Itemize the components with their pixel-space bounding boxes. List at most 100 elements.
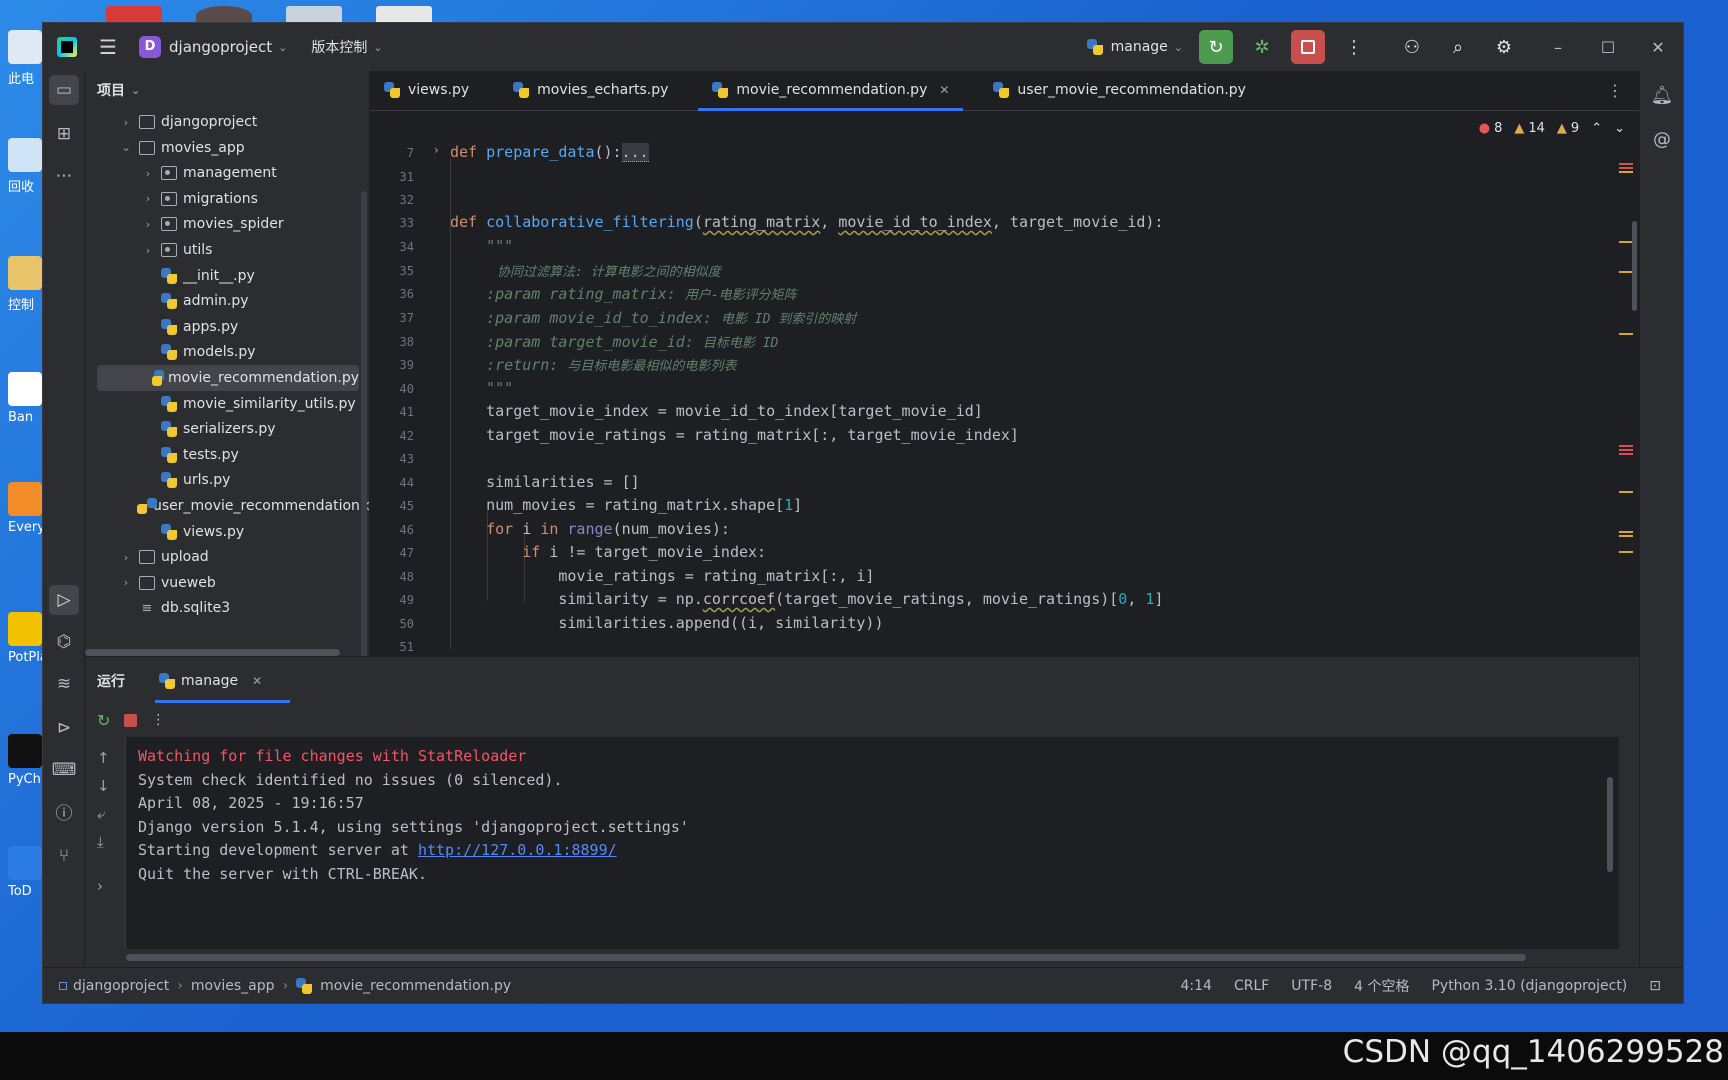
console-output[interactable]: Watching for file changes with StatReloa… bbox=[125, 737, 1619, 961]
breadcrumb-item[interactable]: movie_recommendation.py bbox=[320, 978, 511, 994]
editor-tab[interactable]: views.py bbox=[370, 70, 483, 110]
tree-item[interactable]: ≡ db.sqlite3 bbox=[97, 595, 359, 621]
console-scrollbar[interactable] bbox=[1607, 777, 1613, 872]
settings-gear-icon[interactable]: ⚙ bbox=[1487, 30, 1521, 64]
expand-arrow-icon[interactable]: › bbox=[141, 244, 155, 257]
vcs-menu[interactable]: 版本控制 bbox=[311, 37, 367, 57]
tree-item[interactable]: urls.py bbox=[97, 467, 359, 493]
scroll-to-end-icon[interactable]: ⤓ bbox=[97, 833, 104, 851]
tree-item[interactable]: user_movie_recommendation.py bbox=[97, 493, 369, 519]
stop-icon[interactable] bbox=[124, 713, 138, 727]
problems-icon[interactable]: ⓘ bbox=[49, 799, 79, 829]
console-hscrollbar[interactable] bbox=[126, 954, 1526, 961]
desktop-shortcut[interactable]: Ban bbox=[8, 372, 42, 425]
debug-button[interactable]: ✲ bbox=[1245, 30, 1279, 64]
services-icon[interactable]: ⊳ bbox=[49, 713, 79, 743]
desktop-shortcut[interactable]: 控制 bbox=[8, 256, 42, 313]
soft-wrap-icon[interactable]: ⤶ bbox=[97, 805, 105, 823]
more-tools-icon[interactable]: ⋯ bbox=[49, 161, 79, 191]
expand-arrow-icon[interactable]: ⌄ bbox=[119, 141, 133, 154]
project-scrollbar[interactable] bbox=[361, 191, 367, 656]
maximize-button[interactable]: ☐ bbox=[1583, 38, 1633, 57]
tree-item[interactable]: models.py bbox=[97, 339, 359, 365]
tree-item[interactable]: views.py bbox=[97, 519, 359, 545]
caret-position[interactable]: 4:14 bbox=[1180, 978, 1211, 994]
main-menu-icon[interactable]: ☰ bbox=[99, 36, 121, 58]
tree-item[interactable]: serializers.py bbox=[97, 416, 359, 442]
desktop-shortcut[interactable]: Every bbox=[8, 482, 44, 535]
project-badge[interactable]: D bbox=[139, 36, 161, 58]
editor-tab[interactable]: movies_echarts.py bbox=[499, 70, 682, 110]
lock-icon[interactable]: ⊡ bbox=[1649, 978, 1661, 994]
fold-arrow-icon[interactable]: › bbox=[434, 143, 439, 157]
code-area[interactable]: def prepare_data():... def collaborative… bbox=[450, 111, 1579, 656]
run-config-selector[interactable]: manage ⌄ bbox=[1086, 39, 1183, 55]
python-console-icon[interactable]: ⌬ bbox=[49, 627, 79, 657]
desktop-shortcut[interactable]: ToD bbox=[8, 846, 42, 899]
run-tab-manage[interactable]: manage ✕ bbox=[155, 657, 291, 705]
notifications-bell-icon[interactable]: 🔔︎ bbox=[1647, 81, 1677, 111]
tree-item[interactable]: admin.py bbox=[97, 288, 359, 314]
tabs-more-icon[interactable]: ⋮ bbox=[1607, 81, 1623, 100]
editor-tab[interactable]: user_movie_recommendation.py bbox=[979, 70, 1260, 110]
error-stripe[interactable] bbox=[1619, 111, 1633, 656]
tree-item[interactable]: › djangoproject bbox=[97, 109, 359, 135]
tree-item[interactable]: tests.py bbox=[97, 442, 359, 468]
tree-item[interactable]: › movies_spider bbox=[97, 211, 359, 237]
tree-item[interactable]: apps.py bbox=[97, 314, 359, 340]
expand-arrow-icon[interactable]: › bbox=[141, 218, 155, 231]
desktop-shortcut[interactable]: PyCh bbox=[8, 734, 42, 787]
project-panel-header[interactable]: 项目 ⌄ bbox=[85, 71, 369, 109]
editor-scrollbar[interactable] bbox=[1632, 221, 1637, 311]
tree-item[interactable]: __init__.py bbox=[97, 263, 359, 289]
more-actions-icon[interactable]: ⋮ bbox=[1337, 30, 1371, 64]
line-separator[interactable]: CRLF bbox=[1234, 978, 1269, 994]
chevron-down-icon[interactable]: ⌄ bbox=[131, 84, 140, 97]
chevron-up-icon[interactable]: ⌃ bbox=[1591, 121, 1602, 136]
minimize-button[interactable]: – bbox=[1533, 38, 1583, 57]
tree-item[interactable]: › vueweb bbox=[97, 570, 359, 596]
breadcrumb-item[interactable]: movies_app bbox=[191, 978, 275, 994]
tree-item[interactable]: › upload bbox=[97, 544, 359, 570]
layers-icon[interactable]: ≋ bbox=[49, 669, 79, 699]
tree-item[interactable]: movie_similarity_utils.py bbox=[97, 391, 359, 417]
expand-arrow-icon[interactable]: › bbox=[119, 576, 133, 589]
server-url-link[interactable]: http://127.0.0.1:8899/ bbox=[418, 841, 617, 859]
add-user-icon[interactable]: ⚇ bbox=[1395, 30, 1429, 64]
project-folder-icon[interactable]: ▭ bbox=[49, 75, 79, 105]
terminal-icon[interactable]: ⌨ bbox=[49, 755, 79, 785]
stop-button[interactable] bbox=[1291, 30, 1325, 64]
breadcrumb-item[interactable]: djangoproject bbox=[73, 978, 169, 994]
file-encoding[interactable]: UTF-8 bbox=[1291, 978, 1332, 994]
search-icon[interactable]: ⌕ bbox=[1441, 30, 1475, 64]
expand-arrow-icon[interactable]: › bbox=[141, 192, 155, 205]
expand-arrow-icon[interactable]: › bbox=[119, 116, 133, 129]
structure-icon[interactable]: ⊞ bbox=[49, 119, 79, 149]
tree-item[interactable]: › utils bbox=[97, 237, 359, 263]
ai-assistant-icon[interactable]: @ bbox=[1647, 125, 1677, 155]
more-actions-icon[interactable]: ⋮ bbox=[151, 712, 165, 728]
desktop-shortcut[interactable]: PotPla bbox=[8, 612, 44, 665]
chevron-down-icon[interactable]: ⌄ bbox=[373, 41, 382, 54]
expand-icon[interactable]: › bbox=[97, 877, 103, 895]
close-tab-icon[interactable]: ✕ bbox=[939, 83, 949, 97]
git-icon[interactable]: ⑂ bbox=[49, 841, 79, 871]
close-tab-icon[interactable]: ✕ bbox=[252, 674, 262, 688]
run-tool-icon[interactable]: ▷ bbox=[49, 585, 79, 615]
rerun-button[interactable]: ↻ bbox=[1199, 30, 1233, 64]
python-interpreter[interactable]: Python 3.10 (djangoproject) bbox=[1431, 978, 1627, 994]
tree-item[interactable]: ⌄ movies_app bbox=[97, 135, 359, 161]
rerun-icon[interactable]: ↻ bbox=[97, 711, 110, 730]
close-button[interactable]: ✕ bbox=[1633, 38, 1683, 57]
editor-tab[interactable]: movie_recommendation.py ✕ bbox=[698, 70, 964, 111]
chevron-down-icon[interactable]: ⌄ bbox=[278, 41, 287, 54]
tree-item[interactable]: movie_recommendation.py bbox=[97, 365, 359, 391]
tree-item[interactable]: › migrations bbox=[97, 186, 359, 212]
project-hscrollbar[interactable] bbox=[85, 649, 340, 656]
indent-setting[interactable]: 4 个空格 bbox=[1354, 976, 1409, 996]
expand-arrow-icon[interactable]: › bbox=[141, 167, 155, 180]
desktop-shortcut[interactable]: 回收 bbox=[8, 138, 42, 195]
project-switcher[interactable]: djangoproject bbox=[169, 38, 272, 56]
tree-item[interactable]: › management bbox=[97, 160, 359, 186]
arrow-down-icon[interactable]: ↓ bbox=[97, 777, 110, 795]
